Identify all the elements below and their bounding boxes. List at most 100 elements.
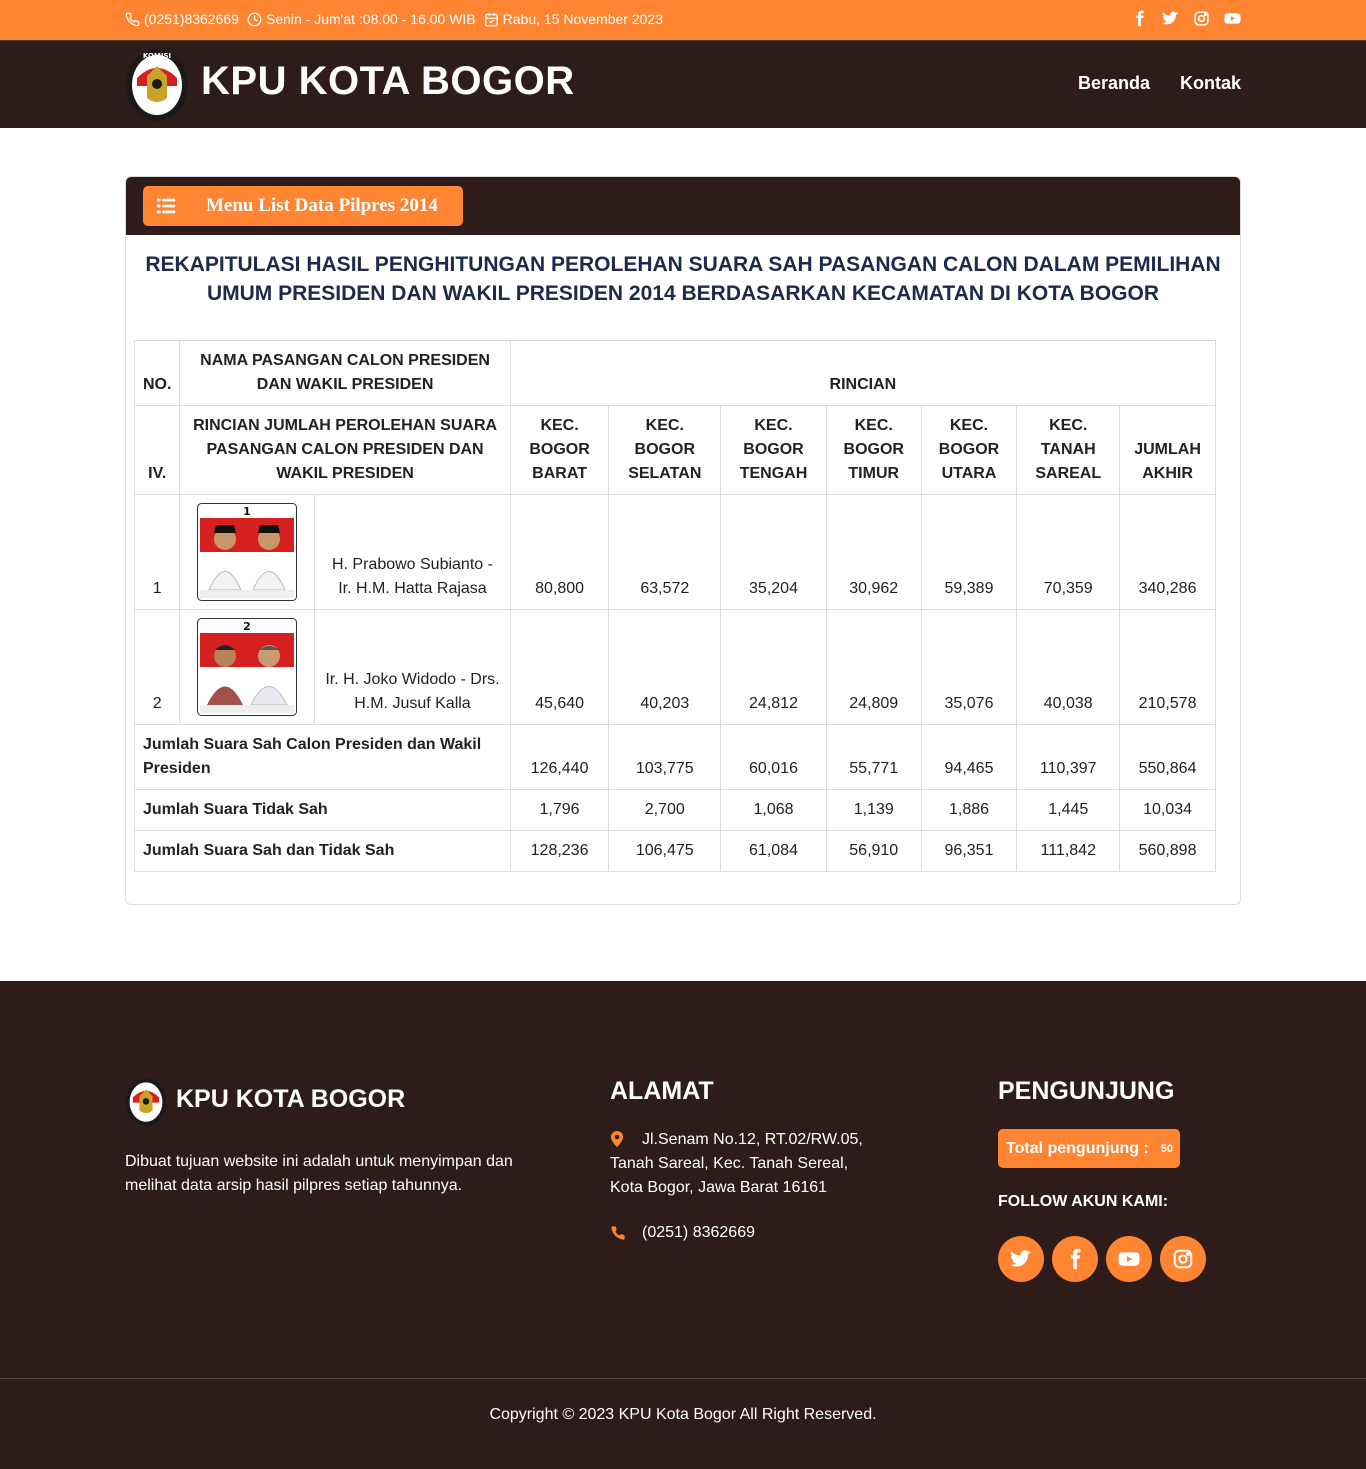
alamat-heading: ALAMAT [610, 1077, 714, 1105]
candidate-photo-cell: 1 [179, 494, 316, 610]
row-no: 2 [133, 609, 181, 725]
cell-value: 94,465 [920, 724, 1018, 790]
table-row: 2 2 Ir. H. Joko Widodo - Drs. H.M. Jusuf… [133, 609, 1216, 725]
candidate-photo: 1 [197, 503, 298, 601]
cell-value: 210,578 [1119, 609, 1216, 725]
top-date-text: Rabu, 15 November 2023 [502, 11, 663, 27]
phone-icon [611, 1226, 625, 1240]
calendar-icon [484, 12, 498, 26]
top-phone: (0251)8362669 [125, 11, 239, 27]
total-label: Jumlah Suara Sah Calon Presiden dan Waki… [134, 724, 511, 790]
cell-value: 63,572 [608, 494, 722, 610]
footer-address: Jl.Senam No.12, RT.02/RW.05, Tanah Sarea… [610, 1128, 870, 1200]
cell-value: 96,351 [920, 830, 1018, 872]
cell-value: 110,397 [1016, 724, 1121, 790]
cell-value: 126,440 [509, 724, 610, 790]
cell-value: 45,640 [509, 609, 610, 725]
cell-value: 56,910 [825, 830, 922, 872]
footer-brand: KPU KOTA BOGOR [176, 1085, 406, 1113]
header-col: KEC. BOGOR TENGAH [720, 405, 827, 495]
candidate-name: H. Prabowo Subianto - Ir. H.M. Hatta Raj… [314, 494, 511, 610]
cell-value: 111,842 [1016, 830, 1121, 872]
top-date: Rabu, 15 November 2023 [484, 11, 663, 27]
total-row: Jumlah Suara Tidak Sah 1,796 2,700 1,068… [134, 789, 1216, 831]
cell-value: 59,389 [920, 494, 1018, 610]
twitter-button[interactable] [998, 1236, 1044, 1282]
cell-value: 1,886 [920, 789, 1018, 831]
total-row: Jumlah Suara Sah Calon Presiden dan Waki… [134, 724, 1216, 790]
visitor-counter: Total pengunjung : 50 [998, 1129, 1180, 1168]
youtube-icon[interactable] [1224, 10, 1241, 27]
cell-value: 35,204 [720, 494, 827, 610]
cell-value: 103,775 [608, 724, 722, 790]
nav-kontak[interactable]: Kontak [1180, 73, 1241, 94]
cell-value: 61,084 [720, 830, 827, 872]
visitor-count: 50 [1160, 1142, 1174, 1155]
cell-value: 10,034 [1119, 789, 1216, 831]
footer-phone-text: (0251) 8362669 [642, 1224, 755, 1241]
cell-value: 1,445 [1016, 789, 1121, 831]
candidate-number: 2 [244, 620, 252, 633]
cell-value: 60,016 [720, 724, 827, 790]
phone-icon [125, 12, 140, 26]
footer-divider [0, 1378, 1366, 1379]
brand-title[interactable]: KPU KOTA BOGOR [201, 59, 575, 104]
cell-value: 550,864 [1119, 724, 1216, 790]
top-bar: (0251)8362669 Senin - Jum'at :08.00 - 16… [0, 0, 1366, 40]
total-row: Jumlah Suara Sah dan Tidak Sah 128,236 1… [134, 830, 1216, 872]
copyright: Copyright © 2023 KPU Kota Bogor All Righ… [489, 1406, 877, 1423]
instagram-icon[interactable] [1193, 10, 1210, 27]
header-col: KEC. BOGOR UTARA [920, 405, 1018, 495]
top-bar-info: (0251)8362669 Senin - Jum'at :08.00 - 16… [125, 11, 663, 27]
facebook-icon [1070, 1248, 1081, 1270]
cell-value: 560,898 [1119, 830, 1216, 872]
candidate-photo: 2 [197, 618, 298, 716]
instagram-button[interactable] [1160, 1236, 1206, 1282]
header-col: KEC. BOGOR BARAT [509, 405, 610, 495]
youtube-button[interactable] [1106, 1236, 1152, 1282]
menu-list-button[interactable]: Menu List Data Pilpres 2014 [143, 186, 463, 226]
cell-value: 40,038 [1016, 609, 1121, 725]
total-label: Jumlah Suara Tidak Sah [134, 789, 511, 831]
cell-value: 30,962 [825, 494, 922, 610]
table-subheader-row: IV. RINCIAN JUMLAH PEROLEHAN SUARA PASAN… [133, 405, 1216, 495]
header-nama: NAMA PASANGAN CALON PRESIDEN DAN WAKIL P… [179, 340, 511, 406]
top-hours-text: Senin - Jum'at :08.00 - 16.00 WIB [265, 11, 476, 27]
cell-value: 70,359 [1016, 494, 1121, 610]
cell-value: 24,809 [825, 609, 922, 725]
facebook-icon[interactable] [1131, 10, 1148, 27]
cell-value: 24,812 [720, 609, 827, 725]
twitter-icon [1010, 1250, 1032, 1267]
table-header-row: NO. NAMA PASANGAN CALON PRESIDEN DAN WAK… [133, 340, 1217, 406]
top-hours: Senin - Jum'at :08.00 - 16.00 WIB [247, 11, 476, 27]
cell-value: 35,076 [920, 609, 1018, 725]
footer-kpu-logo [125, 1078, 167, 1126]
map-pin-icon [611, 1131, 623, 1147]
rekap-title: REKAPITULASI HASIL PENGHITUNGAN PEROLEHA… [145, 253, 1221, 305]
follow-label: FOLLOW AKUN KAMI: [998, 1193, 1169, 1210]
youtube-icon [1118, 1252, 1140, 1266]
twitter-icon[interactable] [1162, 10, 1179, 27]
rekap-table: NO. NAMA PASANGAN CALON PRESIDEN DAN WAK… [133, 340, 1217, 872]
top-socials [1131, 10, 1241, 27]
header-iv: IV. [133, 405, 181, 495]
candidate-name: Ir. H. Joko Widodo - Drs. H.M. Jusuf Kal… [314, 609, 511, 725]
header-col: KEC. TANAH SAREAL [1016, 405, 1121, 495]
table-row: 1 1 H. Prabowo Subianto - Ir. H.M. Hatta… [133, 494, 1216, 610]
header-col: KEC. BOGOR TIMUR [825, 405, 922, 495]
site-footer: KPU KOTA BOGOR Dibuat tujuan website ini… [0, 981, 1366, 1469]
footer-description: Dibuat tujuan website ini adalah untuk m… [125, 1153, 513, 1194]
candidate-photo-cell: 2 [179, 609, 316, 725]
svg-text:KOMISI: KOMISI [143, 52, 171, 60]
row-no: 1 [133, 494, 181, 610]
cell-value: 1,068 [720, 789, 827, 831]
site-header: KOMISI KPU KOTA BOGOR Beranda Kontak [0, 40, 1366, 128]
header-rincian: RINCIAN [509, 340, 1217, 406]
instagram-icon [1173, 1249, 1193, 1269]
nav-beranda[interactable]: Beranda [1078, 73, 1150, 94]
header-no: NO. [133, 340, 181, 406]
facebook-button[interactable] [1052, 1236, 1098, 1282]
kpu-logo[interactable]: KOMISI [125, 48, 189, 122]
card-header: Menu List Data Pilpres 2014 [126, 177, 1240, 235]
candidate-number: 1 [244, 505, 252, 518]
